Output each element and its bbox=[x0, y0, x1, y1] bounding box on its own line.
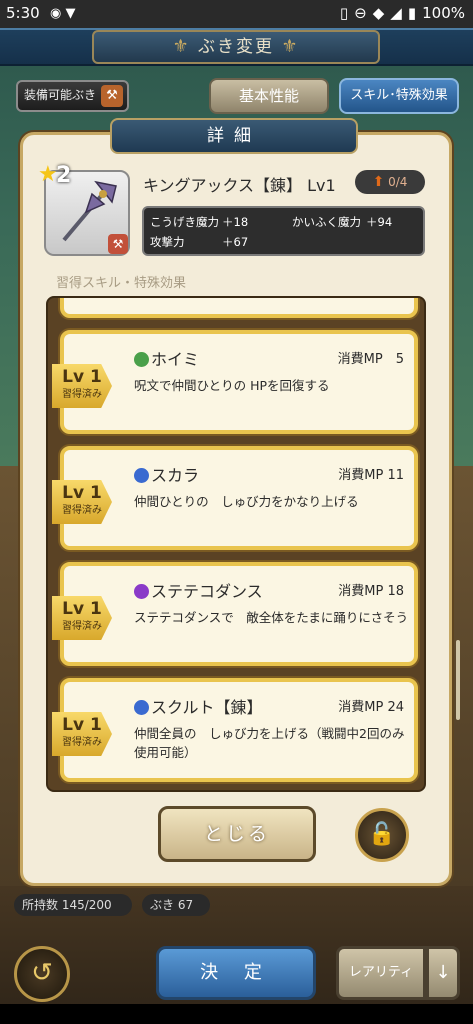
lock-icon: 🔓 bbox=[368, 822, 396, 847]
mp-cost: 消費MP 5 bbox=[337, 352, 404, 367]
screen-title: ⚜ ぶき変更 ⚜ bbox=[92, 30, 380, 64]
skill-description: 仲間ひとりの しゅび力をかなり上げる bbox=[134, 494, 359, 509]
rarity-star-icon: ★ bbox=[38, 162, 58, 187]
support-element-icon bbox=[134, 700, 149, 715]
list-scrollbar[interactable] bbox=[456, 640, 460, 720]
skill-description: 呪文で仲間ひとりの HPを回復する bbox=[134, 378, 330, 393]
mp-cost: 消費MP 18 bbox=[338, 584, 404, 599]
notification-icons: ◉ ▼ bbox=[50, 6, 76, 21]
skill-card[interactable]: Lv 1 習得済み スクルト【錬】 消費MP 24 仲間全員の しゅび力を上げる… bbox=[52, 678, 418, 782]
skill-name: ステテコダンス bbox=[134, 578, 263, 602]
skill-card[interactable]: Lv 1 習得済み ホイミ 消費MP 5 呪文で仲間ひとりの HPを回復する bbox=[52, 330, 418, 434]
stat-value: ＋94 bbox=[366, 215, 393, 229]
system-nav-bar bbox=[0, 1004, 473, 1024]
skill-card[interactable]: Lv 1 習得済み ステテコダンス 消費MP 18 ステテコダンスで 敵全体をた… bbox=[52, 562, 418, 666]
skill-name: スカラ bbox=[134, 462, 199, 486]
stat-value: ＋18 bbox=[222, 215, 249, 229]
section-label: 習得スキル・特殊効果 bbox=[56, 276, 187, 291]
skill-name: ホイミ bbox=[134, 346, 199, 370]
heal-element-icon bbox=[134, 352, 149, 367]
weapon-name: キングアックス【錬】 Lv1 bbox=[143, 176, 336, 195]
list-item bbox=[60, 298, 418, 318]
weapon-type-icon: ⚒ bbox=[108, 234, 128, 254]
rarity-stars: 2 bbox=[56, 163, 72, 188]
wifi-icon: ◆ bbox=[372, 4, 385, 22]
debuff-element-icon bbox=[134, 584, 149, 599]
axe-icon: ⚒ bbox=[101, 85, 123, 107]
fleur-icon: ⚜ bbox=[172, 36, 191, 57]
up-arrow-icon: ⬆ bbox=[372, 174, 385, 190]
owned-count: 所持数 145/200 bbox=[14, 894, 132, 916]
stat-label: かいふく魔力 bbox=[292, 215, 361, 229]
lock-button[interactable]: 🔓 bbox=[355, 808, 409, 862]
dnd-icon: ⊖ bbox=[354, 4, 367, 22]
stats-box: こうげき魔力 ＋18 かいふく魔力 ＋94 攻撃力 ＋67 bbox=[142, 206, 425, 256]
stat-label: 攻撃力 bbox=[150, 235, 185, 249]
level-tag: Lv 1 習得済み bbox=[52, 712, 112, 756]
support-element-icon bbox=[134, 468, 149, 483]
vibrate-icon: ▯ bbox=[339, 4, 349, 22]
back-arrow-icon: ↺ bbox=[31, 958, 53, 988]
mp-cost: 消費MP 24 bbox=[338, 700, 404, 715]
skill-description: ステテコダンスで 敵全体をたまに踊りにさそう bbox=[134, 610, 409, 625]
stat-label: こうげき魔力 bbox=[150, 215, 219, 229]
tab-skills-effects[interactable]: スキル･特殊効果 bbox=[339, 78, 459, 114]
sort-direction-button[interactable]: ↓ bbox=[426, 946, 460, 1000]
skill-list[interactable]: Lv 1 習得済み ホイミ 消費MP 5 呪文で仲間ひとりの HPを回復する L… bbox=[46, 296, 426, 792]
tab-basic-stats[interactable]: 基本性能 bbox=[209, 78, 329, 114]
stat-value: ＋67 bbox=[222, 235, 249, 249]
weapon-count: ぶき 67 bbox=[142, 894, 210, 916]
level-tag: Lv 1 習得済み bbox=[52, 364, 112, 408]
battery-icon: ▮ bbox=[407, 4, 417, 22]
level-tag: Lv 1 習得済み bbox=[52, 596, 112, 640]
rarity-sort-button[interactable]: レアリティ bbox=[336, 946, 426, 1000]
skill-name: スクルト【錬】 bbox=[134, 694, 263, 718]
skill-card[interactable]: Lv 1 習得済み スカラ 消費MP 11 仲間ひとりの しゅび力をかなり上げる bbox=[52, 446, 418, 550]
status-bar: 5:30 ◉ ▼ ▯ ⊖ ◆ ◢ ▮ 100% bbox=[0, 0, 473, 28]
skill-description: 仲間全員の しゅび力を上げる（戦闘中2回のみ使用可能） bbox=[134, 726, 405, 760]
equippable-weapons-button[interactable]: 装備可能ぶき ⚒ bbox=[16, 80, 129, 112]
level-tag: Lv 1 習得済み bbox=[52, 480, 112, 524]
status-time: 5:30 bbox=[6, 4, 40, 22]
mp-cost: 消費MP 11 bbox=[338, 468, 404, 483]
close-button[interactable]: とじる bbox=[158, 806, 316, 862]
confirm-button[interactable]: 決 定 bbox=[156, 946, 316, 1000]
battery-percent: 100% bbox=[422, 4, 465, 22]
signal-icon: ◢ bbox=[390, 4, 402, 22]
back-button[interactable]: ↺ bbox=[14, 946, 70, 1002]
upgrade-badge: ⬆ 0/4 bbox=[355, 170, 425, 194]
fleur-icon: ⚜ bbox=[281, 36, 300, 57]
dialog-title: 詳細 bbox=[110, 118, 358, 154]
